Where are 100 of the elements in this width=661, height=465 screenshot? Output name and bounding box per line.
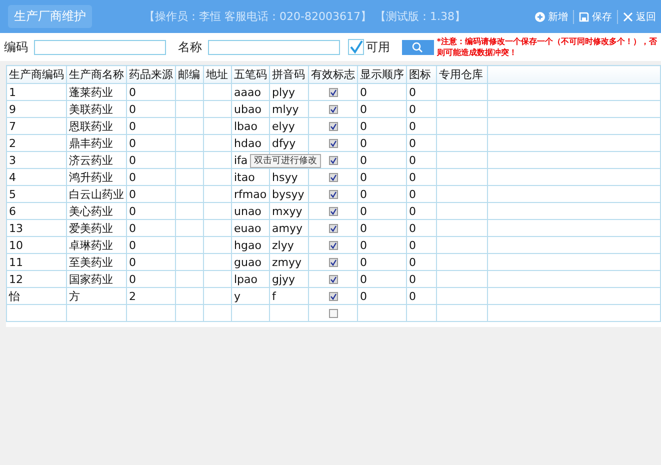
table-cell-text: guao [234,256,262,268]
column-header[interactable]: 图标 [406,66,436,84]
code-label: 编码 [4,38,28,56]
valid-checkbox[interactable] [328,156,338,165]
table-cell-text: 3 [9,154,16,166]
table-cell-text: 4 [9,170,16,184]
table-cell-text: 鼎丰药业 [69,136,113,150]
table-cell-text: dfyy [272,136,296,150]
table-cell-text: 济云药业 [69,154,113,166]
table-cell-text: 蓬莱药业 [69,86,113,98]
table-cell-text: hsyy [272,170,298,184]
table-cell-text: 0 [129,188,136,200]
valid-checkbox[interactable] [328,224,338,233]
table-cell-text: 0 [409,238,416,252]
table-cell-text: itao [234,170,255,184]
table-cell-text: 0 [129,170,136,184]
table-cell-text: 0 [360,204,367,218]
table-cell-text: 0 [129,272,136,286]
table-cell-text: 至美药业 [69,256,113,268]
table-cell-text: 0 [129,204,136,218]
valid-checkbox[interactable] [328,122,338,131]
valid-checkbox[interactable] [328,258,338,267]
table-cell-text: 0 [409,102,416,116]
warning-notice: *注意：编码请修改一个保存一个（不可同时修改多个！），否则可能造成数据冲突！ [436,36,658,58]
column-header[interactable]: 拼音码 [270,66,308,84]
table-cell-text: 0 [129,256,136,268]
name-field[interactable] [208,40,340,54]
table-cell-text: lpao [234,272,258,286]
valid-checkbox[interactable] [328,308,338,318]
column-header[interactable]: 生产商编码 [6,66,66,84]
table-cell-text: 卓琳药业 [69,238,113,252]
table-cell-text: 0 [409,272,416,286]
valid-checkbox[interactable] [328,292,338,301]
table-cell-text: 0 [360,272,367,286]
valid-checkbox[interactable] [328,172,338,182]
table-cell-text: hgao [234,238,262,252]
column-header[interactable]: 五笔码 [232,66,270,84]
column-header[interactable]: 生产商名称 [66,66,126,84]
valid-checkbox[interactable] [328,206,338,216]
tooltip: 双击可进行修改 [250,154,321,168]
table-cell-text: gjyy [272,272,296,286]
code-field[interactable] [34,40,166,54]
table-cell-text: zmyy [272,256,302,268]
table-cell-text: euao [234,222,262,234]
table-cell-text: 12 [9,272,23,286]
table-cell-text: 0 [129,136,136,150]
table-cell-text: 0 [360,188,367,200]
column-header[interactable]: 地址 [204,66,232,84]
table-cell-text: 0 [409,86,416,98]
table-cell-text: 鸿升药业 [69,170,113,184]
save-icon [579,12,589,22]
table-cell-text: rfmao [234,188,267,200]
table-cell-text: 0 [360,120,367,132]
column-header[interactable]: 药品来源 [126,66,176,84]
table-cell-text: ubao [234,102,262,116]
table-cell-text: 0 [129,102,136,116]
valid-checkbox[interactable] [328,190,338,199]
table-cell-text: mxyy [272,204,302,218]
table-cell-text: 美心药业 [69,204,113,218]
table-cell-text: 0 [409,204,416,218]
table-cell-text: 0 [409,120,416,132]
column-header[interactable]: 专用仓库 [436,66,488,84]
table-cell-text: 0 [129,222,136,234]
table-cell-text: 0 [360,222,367,234]
table-cell-text: 0 [409,222,416,234]
table-cell-text: ifa [234,154,248,166]
search-icon [412,42,424,52]
table-cell-text: 0 [360,170,367,184]
search-button[interactable] [402,40,434,54]
table-cell-text: 0 [360,256,367,268]
table-cell-text: 恩联药业 [69,120,113,132]
table-cell-text: 0 [360,154,367,166]
table-cell-text: 0 [360,86,367,98]
table-cell-text: 10 [9,238,23,252]
table-cell-text: elyy [272,120,295,132]
table-cell-text: 0 [129,238,136,252]
name-label: 名称 [178,38,202,56]
table-cell-text: 怡 [9,290,20,302]
enabled-checkbox[interactable] [348,39,364,55]
table-cell-text: f [272,290,276,302]
column-header[interactable]: 有效标志 [308,66,358,84]
table-cell-text: 白云山药业 [69,188,124,200]
valid-checkbox[interactable] [328,104,338,114]
column-header[interactable]: 邮编 [176,66,204,84]
valid-checkbox[interactable] [328,88,338,97]
plus-icon [535,12,545,22]
table-cell-text: 1 [9,86,16,98]
table-cell-text: 7 [9,120,16,132]
enabled-label: 可用 [366,38,390,56]
table-cell-text: zlyy [272,238,294,252]
column-header[interactable]: 显示顺序 [358,66,406,84]
table-cell-text: y [234,290,241,302]
valid-checkbox[interactable] [328,138,338,148]
table-cell-text: amyy [272,222,302,234]
table-cell-text: lbao [234,120,258,132]
table-cell-text: 0 [129,120,136,132]
table-cell-text: 0 [360,238,367,252]
operator-info: 【操作员：李恒 客服电话：020-82003617】 【测试版：1.38】 [144,9,466,24]
valid-checkbox[interactable] [328,240,338,250]
valid-checkbox[interactable] [328,274,338,284]
